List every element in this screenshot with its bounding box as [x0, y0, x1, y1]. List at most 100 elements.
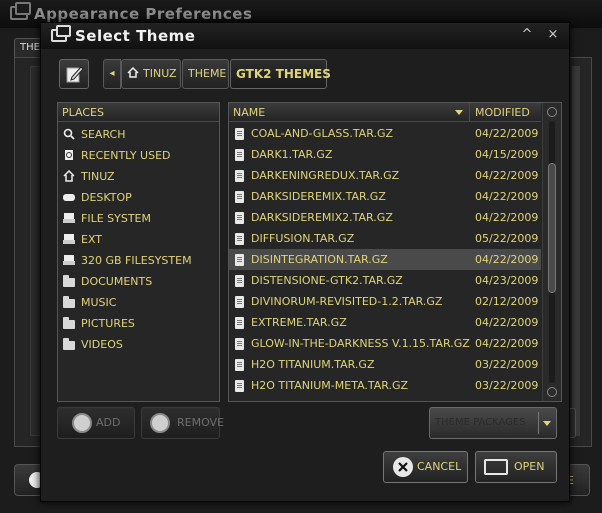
file-row[interactable]: DISTENSIONE-GTK2.TAR.GZ 04/23/2009 — [229, 270, 541, 291]
file-icon — [235, 317, 244, 329]
file-icon — [235, 275, 244, 287]
sort-down-icon — [455, 110, 463, 115]
column-modified-label: MODIFIED — [475, 106, 530, 119]
minimize-icon[interactable]: ^ — [519, 27, 535, 43]
file-row[interactable]: H2O TITANIUM-META.TAR.GZ 03/22/2009 — [229, 375, 541, 396]
add-bookmark-button[interactable]: ADD — [57, 407, 135, 439]
file-modified: 03/22/2009 — [475, 358, 539, 371]
places-header-label: PLACES — [62, 106, 104, 119]
scroll-thumb[interactable] — [548, 163, 556, 293]
place-recently-used[interactable]: RECENTLY USED — [58, 145, 219, 166]
place-label: SEARCH — [81, 128, 126, 141]
app-icon — [10, 2, 31, 20]
place-label: 320 GB FILESYSTEM — [81, 254, 192, 267]
file-row[interactable]: DARK1.TAR.GZ 04/15/2009 — [229, 144, 541, 165]
file-icon — [235, 212, 244, 224]
dialog-title: Select Theme — [75, 27, 196, 45]
place-file-system[interactable]: FILE SYSTEM — [58, 208, 219, 229]
place-documents[interactable]: DOCUMENTS — [58, 271, 219, 292]
file-row[interactable]: EXTREME.TAR.GZ 04/22/2009 — [229, 312, 541, 333]
dialog-icon — [51, 25, 71, 42]
file-name: COAL-AND-GLASS.TAR.GZ — [251, 127, 394, 140]
file-modified: 04/15/2009 — [475, 148, 539, 161]
file-list-header: NAME MODIFIED — [229, 103, 541, 122]
file-type-filter-select[interactable]: THEME PACKAGES — [429, 407, 557, 439]
place-music[interactable]: MUSIC — [58, 292, 219, 313]
close-icon[interactable]: × — [545, 27, 561, 43]
file-icon — [235, 296, 244, 308]
crumb-theme[interactable]: THEME — [182, 59, 229, 89]
desktop-icon — [63, 191, 75, 203]
place-label: FILE SYSTEM — [81, 212, 151, 225]
scroll-up-icon[interactable] — [547, 107, 557, 117]
column-name-header[interactable]: NAME — [229, 103, 470, 122]
place-pictures[interactable]: PICTURES — [58, 313, 219, 334]
file-name: DARKSIDEREMIX.TAR.GZ — [251, 190, 386, 203]
column-modified-header[interactable]: MODIFIED — [471, 103, 541, 122]
background-window-title: Appearance Preferences — [34, 5, 253, 23]
file-row[interactable]: DIFFUSION.TAR.GZ 05/22/2009 — [229, 228, 541, 249]
file-name: EXTREME.TAR.GZ — [251, 316, 347, 329]
place-ext[interactable]: EXT — [58, 229, 219, 250]
place-desktop[interactable]: DESKTOP — [58, 187, 219, 208]
places-header[interactable]: PLACES — [58, 103, 219, 122]
file-list-scrollbar[interactable] — [542, 103, 561, 401]
file-row[interactable]: GLOW-IN-THE-DARKNESS V.1.15.TAR.GZ 04/22/… — [229, 333, 541, 354]
cancel-icon — [393, 457, 413, 477]
place-label: PICTURES — [81, 317, 135, 330]
file-modified: 04/23/2009 — [475, 274, 539, 287]
file-modified: 03/22/2009 — [475, 379, 539, 392]
scroll-down-icon[interactable] — [547, 387, 557, 397]
file-icon — [235, 254, 244, 266]
place-tinuz[interactable]: TINUZ — [58, 166, 219, 187]
folder-icon — [63, 275, 75, 287]
home-icon — [127, 61, 139, 78]
column-name-label: NAME — [233, 106, 266, 119]
file-type-filter-value: THEME PACKAGES — [435, 417, 526, 428]
file-icon — [235, 191, 244, 203]
place-videos[interactable]: VIDEOS — [58, 334, 219, 355]
file-name: DARKSIDEREMIX2.TAR.GZ — [251, 211, 393, 224]
file-icon — [235, 170, 244, 182]
file-row[interactable]: DIVINORUM-REVISITED-1.2.TAR.GZ 02/12/2009 — [229, 291, 541, 312]
file-row[interactable]: DARKENINGREDUX.TAR.GZ 04/22/2009 — [229, 165, 541, 186]
place-label: VIDEOS — [81, 338, 123, 351]
file-row[interactable]: COAL-AND-GLASS.TAR.GZ 04/22/2009 — [229, 123, 541, 144]
file-icon — [235, 128, 244, 140]
dialog-titlebar: Select Theme ^ × — [41, 23, 569, 49]
remove-bookmark-button[interactable]: REMOVE — [141, 407, 224, 439]
place-label: DESKTOP — [81, 191, 132, 204]
file-row[interactable]: DARKSIDEREMIX.TAR.GZ 04/22/2009 — [229, 186, 541, 207]
add-icon — [72, 413, 92, 433]
place-label: MUSIC — [81, 296, 117, 309]
open-button[interactable]: OPEN — [475, 451, 557, 483]
file-name: H2O TITANIUM.TAR.GZ — [251, 358, 375, 371]
type-location-button[interactable] — [59, 59, 89, 89]
chevron-down-icon — [543, 421, 551, 426]
open-button-label: OPEN — [514, 460, 545, 473]
remove-icon — [150, 413, 170, 433]
file-row-selected[interactable]: DISINTEGRATION.TAR.GZ 04/22/2009 — [229, 249, 541, 270]
folder-icon — [63, 296, 75, 308]
file-row[interactable]: DARKSIDEREMIX2.TAR.GZ 04/22/2009 — [229, 207, 541, 228]
drive-icon — [63, 254, 75, 266]
home-icon — [63, 169, 75, 182]
file-list: NAME MODIFIED COAL-AND-GLASS.TAR.GZ 04/22… — [228, 102, 562, 402]
place-search[interactable]: SEARCH — [58, 124, 219, 145]
file-name: DIVINORUM-REVISITED-1.2.TAR.GZ — [251, 295, 443, 308]
crumb-gtk2-themes[interactable]: GTK2 THEMES — [230, 59, 331, 89]
file-icon — [235, 149, 244, 161]
file-modified: 04/22/2009 — [475, 316, 539, 329]
file-name: H2O TITANIUM-META.TAR.GZ — [251, 379, 409, 392]
place-320gb-filesystem[interactable]: 320 GB FILESYSTEM — [58, 250, 219, 271]
edit-icon — [66, 66, 84, 83]
file-modified: 05/22/2009 — [475, 232, 539, 245]
crumb-tinuz[interactable]: TINUZ — [121, 59, 181, 89]
search-icon — [63, 128, 75, 140]
file-modified: 02/12/2009 — [475, 295, 539, 308]
drive-icon — [63, 212, 75, 224]
cancel-button[interactable]: CANCEL — [383, 451, 468, 483]
crumb-label: GTK2 THEMES — [236, 67, 331, 81]
path-scroll-left-button[interactable]: ◂ — [103, 59, 121, 89]
file-row[interactable]: H2O TITANIUM.TAR.GZ 03/22/2009 — [229, 354, 541, 375]
